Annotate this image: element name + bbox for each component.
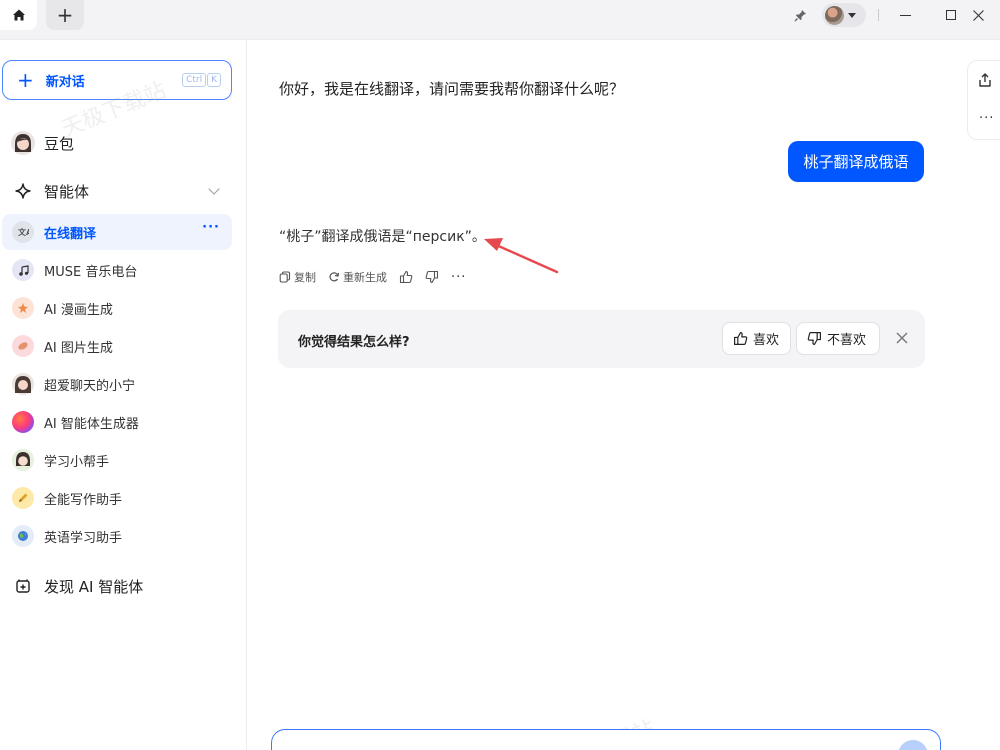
more-icon[interactable]: ··· — [979, 111, 994, 126]
shortcut-key: Ctrl — [182, 73, 207, 87]
home-icon — [12, 9, 25, 21]
chevron-down-icon — [848, 12, 856, 18]
svg-text:文A: 文A — [18, 227, 29, 237]
sidebar-item-online-translate[interactable]: 文A 在线翻译 ··· — [2, 214, 232, 250]
shortcut-hint: Ctrl K — [182, 73, 221, 87]
thumbs-down-icon — [425, 270, 439, 284]
account-menu[interactable] — [822, 3, 866, 27]
home-tab[interactable] — [0, 0, 37, 30]
like-button[interactable]: 喜欢 — [722, 322, 791, 355]
feedback-card: 你觉得结果怎么样? 喜欢 不喜欢 — [278, 310, 925, 368]
sidebar-item-english-assistant[interactable]: 英语学习助手 — [2, 518, 232, 554]
agent-generator-icon — [12, 411, 34, 433]
message-input[interactable] — [271, 729, 941, 750]
minimize-button[interactable] — [882, 0, 928, 30]
regenerate-label: 重新生成 — [343, 271, 387, 284]
new-chat-button[interactable]: + 新对话 Ctrl K — [2, 60, 232, 100]
more-options-icon[interactable]: ··· — [202, 221, 220, 234]
sidebar: + 新对话 Ctrl K 豆包 智能体 文A 在线翻译 ··· MUSE 音乐电… — [0, 40, 247, 750]
sidebar-item-label: AI 漫画生成 — [44, 302, 113, 318]
image-icon — [12, 335, 34, 357]
minimize-icon — [899, 14, 911, 16]
sidebar-item-label: 学习小帮手 — [44, 454, 110, 470]
sidebar-item-label: 豆包 — [44, 134, 75, 153]
close-feedback-button[interactable] — [893, 329, 911, 347]
thumbs-down-icon — [807, 332, 821, 345]
sidebar-item-writing-assistant[interactable]: 全能写作助手 — [2, 480, 232, 516]
title-bar: + — [0, 0, 1000, 40]
pen-icon — [12, 487, 34, 509]
like-label: 喜欢 — [753, 333, 780, 348]
assistant-answer: “桃子”翻译成俄语是“персик”。 — [279, 229, 486, 245]
shortcut-key: K — [207, 73, 221, 87]
refresh-icon — [329, 272, 340, 282]
globe-icon — [12, 525, 34, 547]
sidebar-item-label: MUSE 音乐电台 — [44, 264, 138, 280]
avatar-icon — [12, 449, 34, 471]
comic-icon — [12, 297, 34, 319]
close-icon — [972, 9, 984, 21]
new-tab-button[interactable]: + — [46, 0, 84, 30]
sidebar-item-agents[interactable]: 智能体 — [2, 174, 232, 208]
new-chat-label: 新对话 — [45, 74, 85, 90]
copy-button[interactable]: 复制 — [279, 269, 316, 285]
chat-area: 你好，我是在线翻译，请问需要我帮你翻译什么呢？ 桃子翻译成俄语 “桃子”翻译成俄… — [247, 40, 1000, 750]
thumbs-up-button[interactable] — [399, 270, 413, 284]
side-toolbar: ··· — [967, 60, 1000, 140]
message-actions: 复制 重新生成 ··· — [279, 269, 478, 285]
copy-icon — [279, 271, 291, 283]
thumbs-up-icon — [734, 332, 748, 345]
assistant-greeting: 你好，我是在线翻译，请问需要我帮你翻译什么呢？ — [279, 80, 625, 98]
plus-icon: + — [17, 68, 34, 92]
close-window-button[interactable] — [956, 0, 1000, 30]
divider — [878, 9, 879, 21]
feedback-question: 你觉得结果怎么样? — [298, 335, 410, 350]
doubao-avatar-icon — [10, 130, 36, 156]
sidebar-item-study-helper[interactable]: 学习小帮手 — [2, 442, 232, 478]
sidebar-item-discover-agents[interactable]: 发现 AI 智能体 — [2, 569, 232, 603]
regenerate-button[interactable]: 重新生成 — [328, 269, 387, 285]
sidebar-item-xiaoning[interactable]: 超爱聊天的小宁 — [2, 366, 232, 402]
maximize-icon — [946, 10, 956, 20]
sidebar-item-label: AI 图片生成 — [44, 340, 113, 356]
chevron-down-icon[interactable] — [208, 183, 220, 195]
sidebar-item-label: 智能体 — [44, 182, 90, 201]
sidebar-item-label: AI 智能体生成器 — [44, 416, 139, 432]
sidebar-item-ai-image[interactable]: AI 图片生成 — [2, 328, 232, 364]
share-icon — [979, 73, 991, 87]
music-note-icon — [12, 259, 34, 281]
avatar-icon — [12, 373, 34, 395]
sidebar-item-label: 英语学习助手 — [44, 530, 123, 546]
share-button[interactable] — [977, 72, 993, 92]
sidebar-item-ai-comic[interactable]: AI 漫画生成 — [2, 290, 232, 326]
sidebar-item-agent-generator[interactable]: AI 智能体生成器 — [2, 404, 232, 440]
sidebar-item-doubao[interactable]: 豆包 — [2, 126, 232, 160]
user-message: 桃子翻译成俄语 — [788, 141, 924, 182]
avatar — [825, 5, 844, 25]
sidebar-item-muse-radio[interactable]: MUSE 音乐电台 — [2, 252, 232, 288]
close-icon — [896, 332, 908, 344]
dislike-label: 不喜欢 — [827, 333, 867, 348]
translate-icon: 文A — [12, 221, 34, 243]
copy-label: 复制 — [294, 271, 316, 284]
sidebar-item-label: 超爱聊天的小宁 — [44, 378, 136, 394]
discover-icon — [10, 573, 36, 599]
sparkle-icon — [10, 178, 36, 204]
dislike-button[interactable]: 不喜欢 — [796, 322, 880, 355]
send-button[interactable] — [898, 740, 928, 750]
sidebar-item-label: 全能写作助手 — [44, 492, 123, 508]
thumbs-down-button[interactable] — [425, 270, 439, 284]
thumbs-up-icon — [399, 270, 413, 284]
pin-icon[interactable] — [791, 6, 809, 24]
more-icon: ··· — [451, 269, 467, 285]
more-actions-button[interactable]: ··· — [451, 270, 466, 285]
sidebar-item-label: 发现 AI 智能体 — [44, 577, 144, 596]
sidebar-item-label: 在线翻译 — [44, 226, 97, 242]
